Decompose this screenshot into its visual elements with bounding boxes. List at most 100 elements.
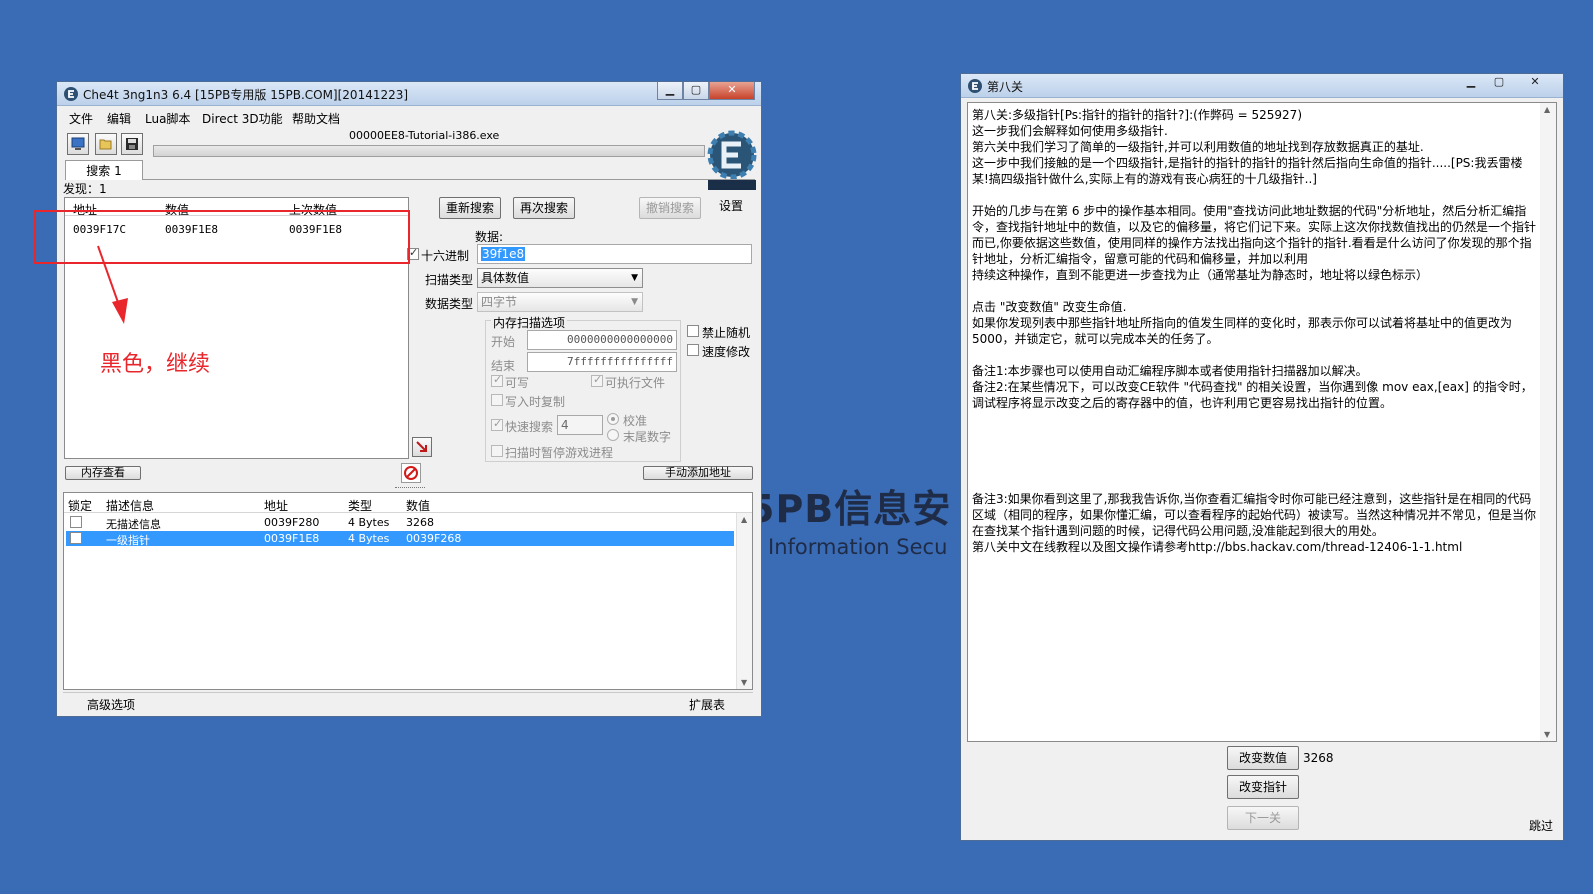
ce-titlebar[interactable]: Che4t 3ng1n3 6.4 [15PB专用版 15PB.COM][2014…	[57, 82, 761, 106]
executable-label: 可执行文件	[605, 376, 666, 390]
cheat-engine-window: Che4t 3ng1n3 6.4 [15PB专用版 15PB.COM][2014…	[56, 81, 762, 717]
folder-open-icon	[99, 139, 112, 150]
no-random-label: 禁止随机	[702, 326, 751, 340]
header-address[interactable]: 地址	[264, 497, 288, 514]
address-list[interactable]: 锁定 描述信息 地址 类型 数值 无描述信息 0039F280 4 Bytes …	[63, 492, 753, 690]
copy-on-write-checkbox[interactable]	[491, 394, 503, 406]
speedhack-checkbox[interactable]	[687, 344, 699, 356]
lock-checkbox[interactable]	[70, 532, 82, 544]
chevron-down-icon: ▼	[631, 297, 638, 307]
address-list-header: 锁定 描述信息 地址 类型 数值	[64, 493, 752, 513]
row-description: 无描述信息	[106, 518, 161, 531]
last-digits-radio[interactable]	[607, 429, 619, 441]
tutorial-paragraph: 开始的几步与在第 6 步中的操作基本相同。使用"查找访问此地址数据的代码"分析地…	[972, 204, 1537, 282]
next-scan-button[interactable]: 再次搜索	[513, 197, 575, 219]
tab-search-1[interactable]: 搜索 1	[65, 160, 143, 180]
pause-game-label: 扫描时暂停游戏进程	[505, 446, 614, 460]
header-description[interactable]: 描述信息	[106, 497, 154, 514]
row-address: 0039F280	[264, 516, 320, 529]
scroll-up-icon[interactable]: ▲	[741, 515, 747, 524]
alignment-label: 校准	[623, 414, 648, 428]
scan-progress-bar	[153, 145, 705, 157]
header-value[interactable]: 数值	[406, 497, 430, 514]
row-type: 4 Bytes	[348, 532, 390, 545]
memory-view-button[interactable]: 内存查看	[65, 466, 141, 480]
undo-scan-button[interactable]: 撤销搜索	[639, 197, 701, 219]
save-disk-icon	[126, 138, 138, 150]
scan-type-select[interactable]: 具体数值 ▼	[477, 268, 643, 288]
writable-label: 可写	[505, 376, 530, 390]
alignment-radio[interactable]	[607, 413, 619, 425]
no-random-checkbox[interactable]	[687, 325, 699, 337]
table-row[interactable]: 无描述信息 0039F280 4 Bytes 3268	[66, 515, 734, 531]
process-name: 00000EE8-Tutorial-i386.exe	[349, 129, 500, 142]
header-type[interactable]: 类型	[348, 497, 372, 514]
executable-checkbox[interactable]	[591, 373, 603, 387]
fast-scan-input[interactable]: 4	[557, 415, 603, 435]
annotation-text: 黑色，继续	[100, 352, 211, 377]
scroll-down-icon[interactable]: ▼	[741, 678, 747, 687]
ce-window-title: Che4t 3ng1n3 6.4 [15PB专用版 15PB.COM][2014…	[83, 88, 409, 102]
scroll-up-icon[interactable]: ▲	[1544, 105, 1550, 114]
ce-app-icon	[64, 87, 78, 101]
start-label: 开始	[491, 335, 516, 349]
row-description: 一级指针	[106, 534, 150, 547]
lock-checkbox[interactable]	[70, 516, 82, 528]
new-scan-button[interactable]: 重新搜索	[439, 197, 501, 219]
stop-icon[interactable]	[401, 463, 421, 483]
chevron-down-icon: ▼	[631, 273, 638, 283]
hex-label: 十六进制	[421, 249, 470, 263]
add-to-list-button[interactable]	[412, 437, 432, 457]
tutorial-scrollbar[interactable]: ▲ ▼	[1540, 103, 1556, 741]
ce-app-icon	[968, 79, 982, 93]
table-row[interactable]: 一级指针 0039F1E8 4 Bytes 0039F268	[66, 531, 734, 547]
menu-edit[interactable]: 编辑	[107, 110, 131, 127]
maximize-button[interactable]: ▢	[1485, 74, 1513, 92]
scan-type-value: 具体数值	[481, 271, 530, 285]
scroll-down-icon[interactable]: ▼	[1544, 730, 1550, 739]
watermark-line1: 5PB信息安	[748, 487, 952, 531]
last-digits-label: 末尾数字	[623, 430, 672, 444]
menu-file[interactable]: 文件	[69, 110, 93, 127]
end-address-input[interactable]: 7fffffffffffffff	[527, 352, 677, 372]
value-input[interactable]: 39f1e8	[477, 244, 752, 264]
select-process-button[interactable]	[67, 133, 89, 155]
next-level-button[interactable]: 下一关	[1227, 806, 1299, 830]
change-value-button[interactable]: 改变数值	[1227, 746, 1299, 770]
value-type-select[interactable]: 四字节 ▼	[477, 292, 643, 312]
start-address-input[interactable]: 0000000000000000	[527, 330, 677, 350]
maximize-button[interactable]: ▢	[683, 82, 709, 100]
tutorial-window-title: 第八关	[987, 80, 1024, 94]
skip-link[interactable]: 跳过	[1529, 817, 1553, 834]
open-file-button[interactable]	[95, 133, 117, 155]
splitter-handle[interactable]	[395, 487, 425, 490]
table-extras[interactable]: 扩展表	[689, 696, 725, 713]
address-list-scrollbar[interactable]: ▲ ▼	[736, 513, 752, 689]
tab-label: 搜索 1	[86, 164, 122, 178]
close-button[interactable]: ✕	[1513, 74, 1557, 92]
save-button[interactable]	[121, 133, 143, 155]
computer-icon	[71, 137, 85, 150]
tutorial-paragraph: 备注1:本步骤也可以使用自动汇编程序脚本或者使用指针扫描器加以解决。 备注2:在…	[972, 364, 1533, 410]
tutorial-text-area[interactable]: 第八关:多级指针[Ps:指针的指针的指针?]:(作弊码 = 525927) 这一…	[967, 102, 1557, 742]
tutorial-paragraph: 第八关:多级指针[Ps:指针的指针的指针?]:(作弊码 = 525927) 这一…	[972, 108, 1523, 186]
row-address: 0039F1E8	[264, 532, 320, 545]
add-address-manually-button[interactable]: 手动添加地址	[643, 466, 753, 480]
writable-checkbox[interactable]	[491, 373, 503, 387]
fast-scan-checkbox[interactable]	[491, 417, 503, 431]
value-input-selected-text: 39f1e8	[481, 247, 526, 261]
menu-help[interactable]: 帮助文档	[292, 110, 340, 127]
advanced-options[interactable]: 高级选项	[87, 696, 135, 713]
tutorial-titlebar[interactable]: 第八关 ▁ ▢ ✕	[961, 74, 1563, 98]
minimize-button[interactable]: ▁	[1457, 74, 1485, 92]
settings-label[interactable]: 设置	[719, 197, 743, 214]
health-value: 3268	[1303, 751, 1334, 765]
close-button[interactable]: ✕	[709, 82, 755, 100]
tutorial-paragraph: 备注3:如果你看到这里了,那我我告诉你,当你查看汇编指令时你可能已经注意到，这些…	[972, 492, 1537, 554]
change-pointer-button[interactable]: 改变指针	[1227, 775, 1299, 799]
pause-game-checkbox[interactable]	[491, 445, 503, 457]
menu-direct3d[interactable]: Direct 3D功能	[202, 110, 283, 127]
header-lock[interactable]: 锁定	[68, 497, 92, 514]
menu-lua-script[interactable]: Lua脚本	[145, 110, 190, 127]
minimize-button[interactable]: ▁	[657, 82, 683, 100]
